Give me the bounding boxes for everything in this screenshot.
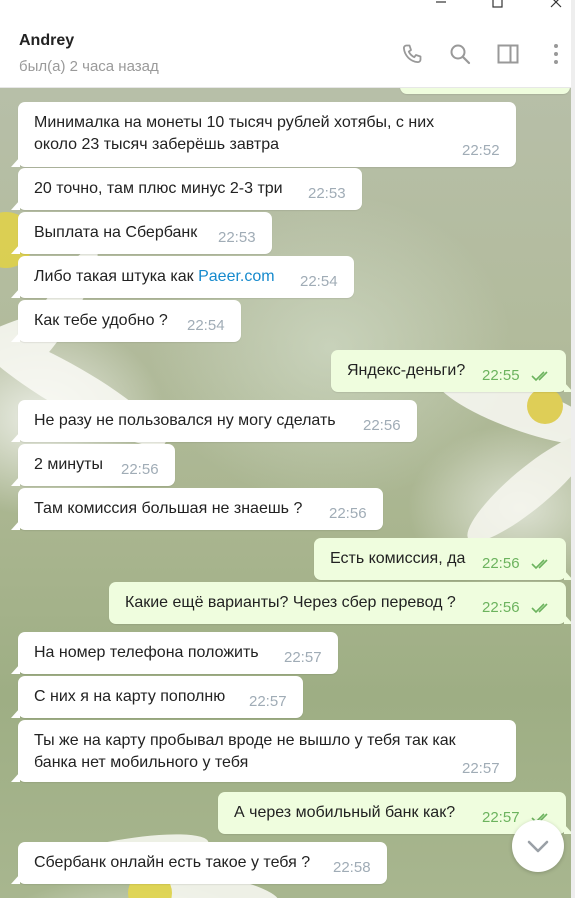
message-text: Какие ещё варианты? Через сбер перевод ? <box>125 594 456 611</box>
message-bubble-incoming[interactable]: Либо такая штука как Paeer.com 22:54 <box>11 256 354 298</box>
message-text: 20 точно, там плюс минус 2-3 три <box>34 180 283 197</box>
message-text: Выплата на Сбербанк <box>34 224 198 241</box>
message-bubble-incoming[interactable]: Там комиссия большая не знаешь ? 22:56 <box>11 488 383 530</box>
message-text: 2 минуты <box>34 456 103 473</box>
message-time: 22:57 <box>462 760 500 777</box>
chat-history[interactable]: Минималка на монеты 10 тысяч рублей хотя… <box>0 88 575 898</box>
message-time: 22:58 <box>333 859 371 876</box>
chevron-down-icon <box>527 840 549 853</box>
message-bubble-incoming[interactable]: 20 точно, там плюс минус 2-3 три 22:53 <box>11 168 362 210</box>
message-text: Ты же на карту пробывал вроде не вышло у… <box>34 732 456 771</box>
message-bubble-incoming[interactable]: Выплата на Сбербанк 22:53 <box>11 212 272 254</box>
read-check-icon <box>531 559 548 570</box>
message-bubble-outgoing[interactable]: Яндекс-деньги? 22:55 <box>331 350 573 392</box>
message-bubble-incoming[interactable]: 2 минуты 22:56 <box>11 444 175 486</box>
message-bubble-incoming[interactable]: Сбербанк онлайн есть такое у тебя ? 22:5… <box>11 842 387 884</box>
maximize-icon[interactable] <box>482 0 512 20</box>
message-bubble-outgoing[interactable]: Есть комиссия, да 22:56 <box>314 538 573 580</box>
minimize-icon[interactable] <box>426 0 456 20</box>
message-bubble-incoming[interactable]: Как тебе удобно ? 22:54 <box>11 300 241 342</box>
contact-name[interactable]: Andrey <box>19 32 74 50</box>
window-edge <box>571 0 575 898</box>
message-time: 22:53 <box>218 229 256 246</box>
message-text: Сбербанк онлайн есть такое у тебя ? <box>34 854 311 871</box>
message-bubble-partial <box>400 88 570 94</box>
scroll-to-bottom-button[interactable] <box>512 820 564 872</box>
message-time: 22:56 <box>121 461 159 478</box>
message-bubble-incoming[interactable]: Ты же на карту пробывал вроде не вышло у… <box>11 720 516 782</box>
message-time: 22:55 <box>482 367 520 384</box>
message-time: 22:57 <box>284 649 322 666</box>
message-text: А через мобильный банк как? <box>234 804 456 821</box>
read-check-icon <box>531 603 548 614</box>
read-check-icon <box>531 371 548 382</box>
message-bubble-incoming[interactable]: Не разу не пользовался ну могу сделать 2… <box>11 400 417 442</box>
chat-header: Andrey был(а) 2 часа назад <box>0 20 575 88</box>
message-text: Либо такая штука как Paeer.com <box>34 268 275 285</box>
message-time: 22:56 <box>482 599 520 616</box>
message-text: С них я на карту пополню <box>34 688 226 705</box>
message-bubble-incoming[interactable]: Минималка на монеты 10 тысяч рублей хотя… <box>11 102 516 167</box>
contact-status: был(а) 2 часа назад <box>19 58 159 75</box>
message-time: 22:53 <box>308 185 346 202</box>
message-bubble-incoming[interactable]: С них я на карту пополню 22:57 <box>11 676 303 718</box>
message-link[interactable]: Paeer.com <box>198 268 274 285</box>
message-text: Там комиссия большая не знаешь ? <box>34 500 303 517</box>
message-time: 22:54 <box>300 273 338 290</box>
close-icon[interactable] <box>541 0 571 20</box>
search-icon[interactable] <box>448 42 472 66</box>
message-text: Минималка на монеты 10 тысяч рублей хотя… <box>34 114 435 153</box>
message-time: 22:54 <box>187 317 225 334</box>
message-bubble-outgoing[interactable]: Какие ещё варианты? Через сбер перевод ?… <box>109 582 573 624</box>
message-time: 22:56 <box>482 555 520 572</box>
message-text: Есть комиссия, да <box>330 550 466 567</box>
phone-icon[interactable] <box>400 42 424 66</box>
message-text: Яндекс-деньги? <box>347 362 466 379</box>
more-icon[interactable] <box>544 42 568 66</box>
message-time: 22:56 <box>363 417 401 434</box>
message-bubble-incoming[interactable]: На номер телефона положить 22:57 <box>11 632 338 674</box>
message-time: 22:56 <box>329 505 367 522</box>
sidebar-icon[interactable] <box>496 42 520 66</box>
message-time: 22:57 <box>249 693 287 710</box>
message-text: Как тебе удобно ? <box>34 312 168 329</box>
message-text: На номер телефона положить <box>34 644 259 661</box>
window-titlebar <box>0 0 575 20</box>
message-time: 22:52 <box>462 142 500 159</box>
message-text: Не разу не пользовался ну могу сделать <box>34 412 336 429</box>
